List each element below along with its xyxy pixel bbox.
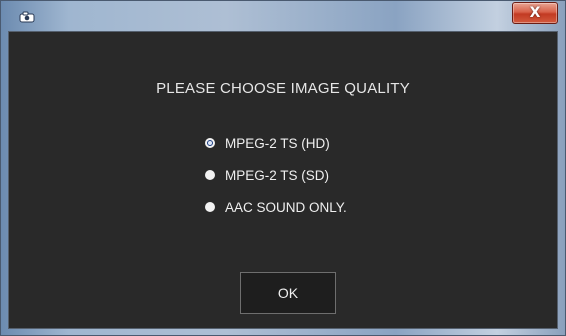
option-aac-sound[interactable]: AAC SOUND ONLY.	[205, 199, 347, 215]
option-mpeg2-sd[interactable]: MPEG-2 TS (SD)	[205, 167, 347, 183]
radio-selected-icon[interactable]	[205, 138, 215, 148]
dialog-heading: PLEASE CHOOSE IMAGE QUALITY	[156, 80, 410, 97]
option-mpeg2-hd[interactable]: MPEG-2 TS (HD)	[205, 135, 347, 151]
quality-options: MPEG-2 TS (HD) MPEG-2 TS (SD) AAC SOUND …	[205, 135, 347, 231]
close-icon: X	[529, 5, 541, 21]
option-label: MPEG-2 TS (SD)	[225, 167, 330, 183]
camera-icon	[19, 10, 35, 23]
radio-icon[interactable]	[205, 170, 215, 180]
radio-icon[interactable]	[205, 202, 215, 212]
option-label: MPEG-2 TS (HD)	[225, 135, 330, 151]
dialog-content: PLEASE CHOOSE IMAGE QUALITY MPEG-2 TS (H…	[8, 31, 558, 329]
option-label: AAC SOUND ONLY.	[225, 199, 347, 215]
ok-button[interactable]: OK	[240, 272, 336, 314]
dialog-window: X PLEASE CHOOSE IMAGE QUALITY MPEG-2 TS …	[0, 0, 566, 336]
close-button[interactable]: X	[512, 2, 558, 24]
title-bar[interactable]: X	[1, 1, 565, 31]
